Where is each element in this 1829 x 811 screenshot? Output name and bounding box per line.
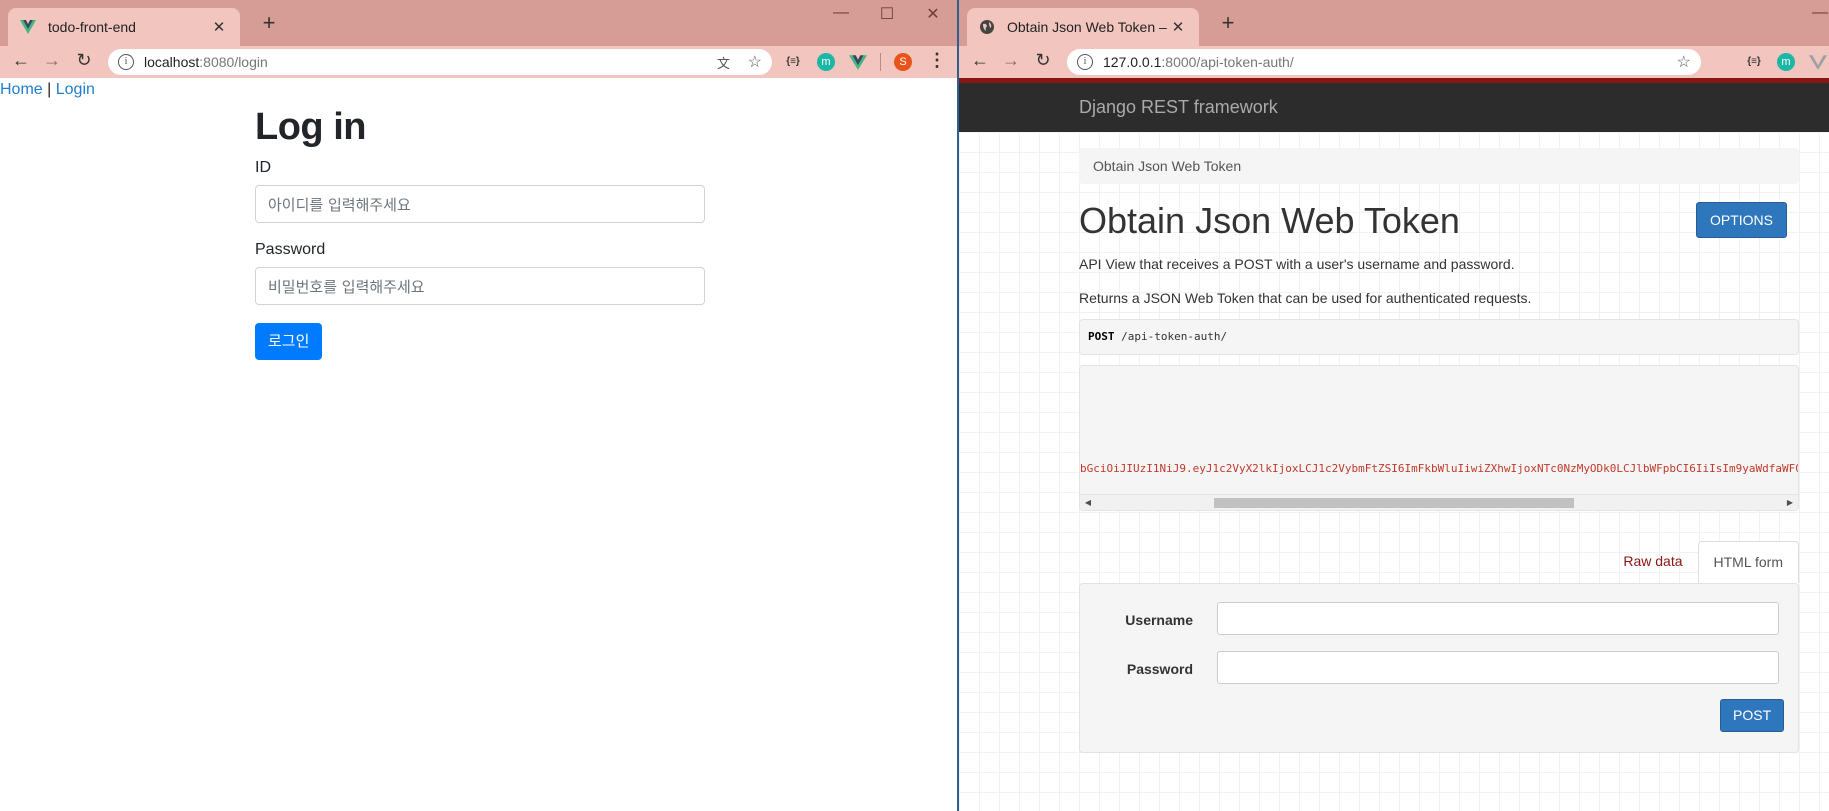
tab-html-form[interactable]: HTML form bbox=[1697, 541, 1799, 583]
id-placeholder: 아이디를 입력해주세요 bbox=[268, 195, 411, 214]
breadcrumb: Obtain Json Web Token bbox=[1079, 148, 1799, 184]
username-label: Username bbox=[1125, 612, 1193, 628]
tab-obtain-jwt[interactable]: Obtain Json Web Token – Djang ✕ bbox=[967, 8, 1199, 46]
vue-favicon-icon bbox=[20, 19, 36, 35]
right-page: Django REST framework Obtain Json Web To… bbox=[959, 78, 1829, 811]
username-input[interactable] bbox=[1217, 602, 1779, 635]
profile-avatar-icon[interactable]: S bbox=[894, 53, 912, 71]
minimize-button[interactable]: — bbox=[826, 4, 856, 22]
description-line-1: API View that receives a POST with a use… bbox=[1079, 256, 1515, 272]
password-placeholder: 비밀번호를 입력해주세요 bbox=[268, 277, 425, 296]
new-tab-button[interactable]: + bbox=[254, 10, 284, 36]
password-label: Password bbox=[1126, 661, 1193, 677]
id-input[interactable]: 아이디를 입력해주세요 bbox=[255, 185, 705, 223]
minimize-button[interactable]: — bbox=[1805, 4, 1829, 22]
left-browser-window: todo-front-end ✕ + — ☐ ✕ ← → ↻ i localho… bbox=[0, 0, 957, 811]
password-input[interactable] bbox=[1217, 651, 1779, 684]
browser-menu-icon[interactable]: ⋮ bbox=[925, 50, 949, 71]
address-bar[interactable]: i 127.0.0.1:8000/api-token-auth/ ☆ bbox=[1067, 49, 1701, 75]
forward-button[interactable]: → bbox=[40, 50, 64, 71]
tab-strip: Obtain Json Web Token – Djang ✕ + — bbox=[959, 0, 1829, 46]
tab-raw-data[interactable]: Raw data bbox=[1608, 541, 1697, 583]
scroll-right-icon[interactable]: ▶ bbox=[1782, 495, 1798, 510]
close-tab-icon[interactable]: ✕ bbox=[210, 18, 228, 36]
tab-title: Obtain Json Web Token – Djang bbox=[1007, 19, 1169, 35]
forward-button[interactable]: → bbox=[999, 50, 1023, 71]
drf-brand-link[interactable]: Django REST framework bbox=[1079, 97, 1278, 118]
vue-devtools-icon[interactable] bbox=[1809, 53, 1827, 71]
reload-button[interactable]: ↻ bbox=[72, 50, 96, 71]
bookmark-star-icon[interactable]: ☆ bbox=[1677, 52, 1691, 72]
left-page: Home | Login Log in ID 아이디를 입력해주세요 Passw… bbox=[0, 78, 957, 811]
back-button[interactable]: ← bbox=[968, 50, 992, 71]
globe-favicon-icon bbox=[979, 19, 995, 35]
maximize-button[interactable]: ☐ bbox=[872, 4, 902, 24]
drf-navbar: Django REST framework bbox=[959, 78, 1829, 132]
translate-icon[interactable]: 文 bbox=[717, 53, 730, 72]
tab-title: todo-front-end bbox=[48, 19, 136, 35]
close-tab-icon[interactable]: ✕ bbox=[1169, 18, 1187, 36]
response-panel: bGciOiJIUzI1NiJ9.eyJ1c2VyX2lkIjoxLCJ1c2V… bbox=[1079, 365, 1799, 511]
m-extension-icon[interactable]: m bbox=[1777, 53, 1795, 71]
login-button[interactable]: 로그인 bbox=[255, 323, 323, 360]
breadcrumb-item[interactable]: Obtain Json Web Token bbox=[1093, 158, 1241, 174]
close-window-button[interactable]: ✕ bbox=[918, 4, 948, 24]
top-nav: Home | Login bbox=[0, 81, 95, 99]
toolbar-separator bbox=[880, 53, 881, 71]
drf-content: Obtain Json Web Token Obtain Json Web To… bbox=[959, 132, 1829, 811]
login-form: Log in ID 아이디를 입력해주세요 Password 비밀번호를 입력해… bbox=[255, 106, 705, 360]
site-info-icon[interactable]: i bbox=[1077, 54, 1093, 70]
tab-todo-front-end[interactable]: todo-front-end ✕ bbox=[8, 8, 240, 46]
address-path: :8000/api-token-auth/ bbox=[1161, 54, 1294, 70]
page-title: Log in bbox=[255, 106, 366, 148]
post-form: Username Password POST bbox=[1079, 583, 1799, 753]
right-browser-window: Obtain Json Web Token – Djang ✕ + — ← → … bbox=[959, 0, 1829, 811]
id-label: ID bbox=[255, 159, 271, 176]
site-info-icon[interactable]: i bbox=[118, 54, 134, 70]
password-label: Password bbox=[255, 241, 326, 258]
description-line-2: Returns a JSON Web Token that can be use… bbox=[1079, 290, 1532, 306]
nav-separator: | bbox=[47, 81, 52, 98]
back-button[interactable]: ← bbox=[9, 50, 33, 71]
request-info: POST /api-token-auth/ bbox=[1079, 319, 1799, 355]
content-tabs: Raw data HTML form bbox=[1608, 541, 1799, 583]
vue-devtools-icon[interactable] bbox=[849, 53, 867, 71]
reload-button[interactable]: ↻ bbox=[1031, 50, 1055, 71]
request-method: POST bbox=[1088, 330, 1115, 343]
new-tab-button[interactable]: + bbox=[1213, 10, 1243, 36]
browser-toolbar: ← → ↻ i localhost:8080/login 文 ☆ {≡} m S… bbox=[0, 46, 957, 78]
address-host: 127.0.0.1 bbox=[1103, 54, 1162, 70]
nav-login-link[interactable]: Login bbox=[56, 81, 95, 98]
response-token-text: bGciOiJIUzI1NiJ9.eyJ1c2VyX2lkIjoxLCJ1c2V… bbox=[1080, 462, 1799, 475]
post-button[interactable]: POST bbox=[1720, 699, 1785, 732]
password-input[interactable]: 비밀번호를 입력해주세요 bbox=[255, 267, 705, 305]
json-viewer-icon[interactable]: {≡} bbox=[1745, 53, 1763, 71]
address-host: localhost bbox=[144, 54, 200, 70]
horizontal-scrollbar[interactable]: ◀ ▶ bbox=[1080, 494, 1798, 510]
request-path: /api-token-auth/ bbox=[1121, 330, 1228, 343]
scrollbar-thumb[interactable] bbox=[1214, 498, 1574, 508]
address-path: :8080/login bbox=[199, 54, 268, 70]
json-viewer-icon[interactable]: {≡} bbox=[784, 53, 802, 71]
address-bar[interactable]: i localhost:8080/login 文 ☆ bbox=[108, 49, 772, 75]
bookmark-star-icon[interactable]: ☆ bbox=[748, 52, 762, 72]
scroll-left-icon[interactable]: ◀ bbox=[1080, 495, 1096, 510]
page-title: Obtain Json Web Token bbox=[1079, 200, 1460, 241]
browser-toolbar: ← → ↻ i 127.0.0.1:8000/api-token-auth/ ☆… bbox=[959, 46, 1829, 78]
tab-strip: todo-front-end ✕ + — ☐ ✕ bbox=[0, 0, 957, 46]
nav-home-link[interactable]: Home bbox=[0, 81, 43, 98]
options-button[interactable]: OPTIONS bbox=[1696, 202, 1788, 238]
m-extension-icon[interactable]: m bbox=[817, 53, 835, 71]
